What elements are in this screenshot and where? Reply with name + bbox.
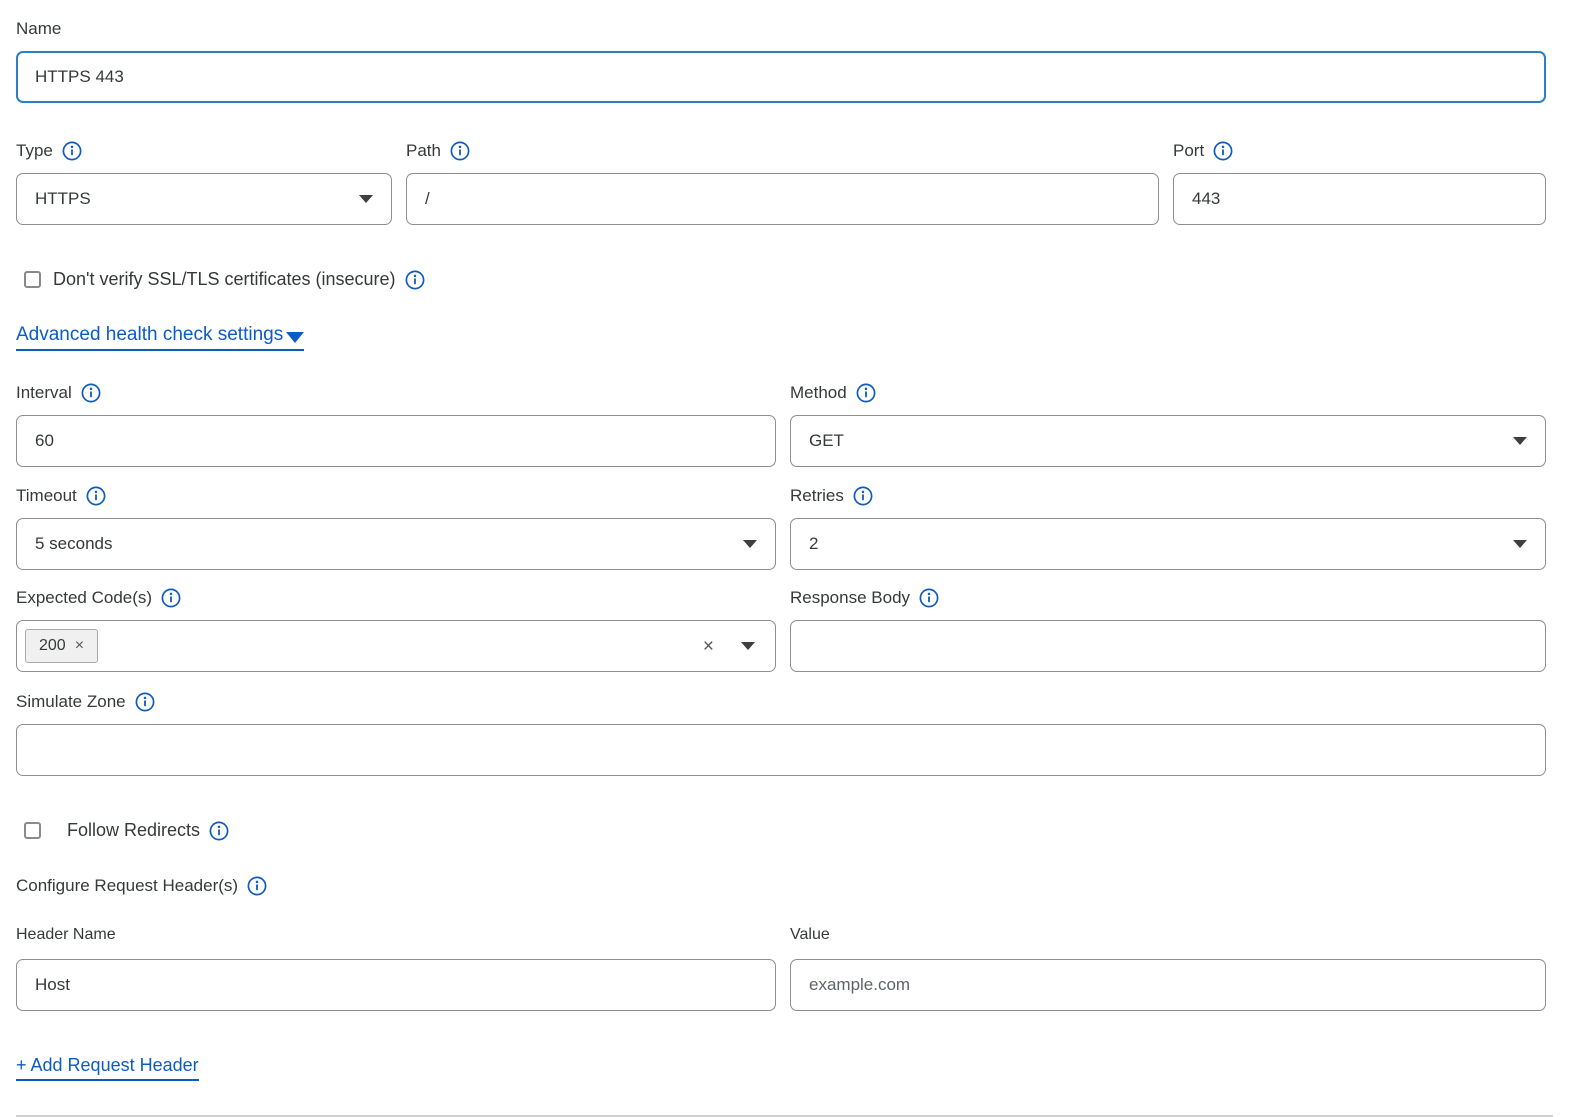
expected-codes-field-group: Expected Code(s) 200 × × <box>16 587 776 672</box>
port-field-group: Port <box>1173 140 1546 225</box>
info-icon[interactable] <box>247 876 267 896</box>
timeout-retries-row: Timeout 5 seconds Retries <box>16 485 1546 570</box>
port-input[interactable] <box>1173 173 1546 225</box>
type-select[interactable]: HTTPS <box>16 173 392 225</box>
response-body-input[interactable] <box>790 620 1546 672</box>
code-tag: 200 × <box>25 629 98 663</box>
type-label-text: Type <box>16 140 53 162</box>
info-icon[interactable] <box>405 270 425 290</box>
chevron-down-icon <box>1513 540 1527 548</box>
header-name-label-text: Header Name <box>16 924 116 946</box>
expected-response-row: Expected Code(s) 200 × × Re <box>16 587 1546 672</box>
method-label: Method <box>790 382 1546 404</box>
port-label-text: Port <box>1173 140 1204 162</box>
name-field-group: Name <box>16 18 1546 103</box>
info-icon[interactable] <box>62 141 82 161</box>
retries-select[interactable]: 2 <box>790 518 1546 570</box>
request-headers-section-text: Configure Request Header(s) <box>16 875 238 897</box>
tag-remove-icon[interactable]: × <box>75 636 84 656</box>
port-label: Port <box>1173 140 1546 162</box>
info-icon[interactable] <box>450 141 470 161</box>
path-label: Path <box>406 140 1159 162</box>
code-tag-text: 200 <box>39 636 66 656</box>
expected-codes-multiselect[interactable]: 200 × × <box>16 620 776 672</box>
timeout-label: Timeout <box>16 485 776 507</box>
method-select[interactable]: GET <box>790 415 1546 467</box>
header-value-input[interactable] <box>790 959 1546 1011</box>
interval-field-group: Interval <box>16 382 776 467</box>
path-input[interactable] <box>406 173 1159 225</box>
response-body-label-text: Response Body <box>790 587 910 609</box>
info-icon[interactable] <box>1213 141 1233 161</box>
chevron-down-icon[interactable] <box>741 642 755 650</box>
interval-input[interactable] <box>16 415 776 467</box>
advanced-settings-link[interactable]: Advanced health check settings <box>16 324 304 351</box>
retries-label-text: Retries <box>790 485 844 507</box>
ssl-verify-checkbox[interactable] <box>24 271 41 288</box>
info-icon[interactable] <box>135 692 155 712</box>
header-name-field-group: Header Name <box>16 924 776 1011</box>
info-icon[interactable] <box>853 486 873 506</box>
info-icon[interactable] <box>161 588 181 608</box>
info-icon[interactable] <box>81 383 101 403</box>
follow-redirects-checkbox[interactable] <box>24 822 41 839</box>
retries-select-value: 2 <box>809 534 818 554</box>
method-select-value: GET <box>809 431 844 451</box>
name-label: Name <box>16 18 1546 40</box>
add-request-header-link[interactable]: + Add Request Header <box>16 1055 199 1081</box>
chevron-down-icon <box>743 540 757 548</box>
simulate-zone-label: Simulate Zone <box>16 691 1546 713</box>
name-label-text: Name <box>16 18 61 40</box>
type-select-value: HTTPS <box>35 189 91 209</box>
path-label-text: Path <box>406 140 441 162</box>
type-field-group: Type HTTPS <box>16 140 392 225</box>
health-check-form: Name Type HTTPS Path <box>0 0 1546 1117</box>
info-icon[interactable] <box>86 486 106 506</box>
interval-method-row: Interval Method GET <box>16 382 1546 467</box>
timeout-select[interactable]: 5 seconds <box>16 518 776 570</box>
clear-all-icon[interactable]: × <box>703 637 714 656</box>
chevron-down-icon <box>1513 437 1527 445</box>
add-request-header-link-text: + Add Request Header <box>16 1055 199 1075</box>
ssl-verify-label: Don't verify SSL/TLS certificates (insec… <box>53 269 396 290</box>
info-icon[interactable] <box>919 588 939 608</box>
expected-codes-label: Expected Code(s) <box>16 587 776 609</box>
name-input[interactable] <box>16 51 1546 103</box>
timeout-field-group: Timeout 5 seconds <box>16 485 776 570</box>
header-name-label: Header Name <box>16 924 776 946</box>
type-label: Type <box>16 140 392 162</box>
response-body-field-group: Response Body <box>790 587 1546 672</box>
expected-codes-label-text: Expected Code(s) <box>16 587 152 609</box>
method-field-group: Method GET <box>790 382 1546 467</box>
simulate-zone-input[interactable] <box>16 724 1546 776</box>
header-value-label-text: Value <box>790 924 830 946</box>
request-headers-section-label: Configure Request Header(s) <box>16 875 1546 897</box>
retries-label: Retries <box>790 485 1546 507</box>
simulate-zone-field-group: Simulate Zone <box>16 691 1546 776</box>
follow-redirects-checkbox-row: Follow Redirects <box>24 820 1546 841</box>
timeout-select-value: 5 seconds <box>35 534 113 554</box>
header-value-field-group: Value <box>790 924 1546 1011</box>
timeout-label-text: Timeout <box>16 485 77 507</box>
path-field-group: Path <box>406 140 1159 225</box>
info-icon[interactable] <box>209 821 229 841</box>
interval-label: Interval <box>16 382 776 404</box>
retries-field-group: Retries 2 <box>790 485 1546 570</box>
interval-label-text: Interval <box>16 382 72 404</box>
header-name-input[interactable] <box>16 959 776 1011</box>
header-value-label: Value <box>790 924 1546 946</box>
advanced-settings-link-text: Advanced health check settings <box>16 324 283 346</box>
caret-down-icon <box>286 332 304 343</box>
method-label-text: Method <box>790 382 847 404</box>
chevron-down-icon <box>359 195 373 203</box>
simulate-zone-label-text: Simulate Zone <box>16 691 126 713</box>
response-body-label: Response Body <box>790 587 1546 609</box>
ssl-verify-checkbox-row: Don't verify SSL/TLS certificates (insec… <box>24 269 1546 290</box>
info-icon[interactable] <box>856 383 876 403</box>
request-header-row: Header Name Value <box>16 924 1546 1011</box>
follow-redirects-label: Follow Redirects <box>67 820 200 841</box>
type-path-port-row: Type HTTPS Path <box>16 140 1546 225</box>
